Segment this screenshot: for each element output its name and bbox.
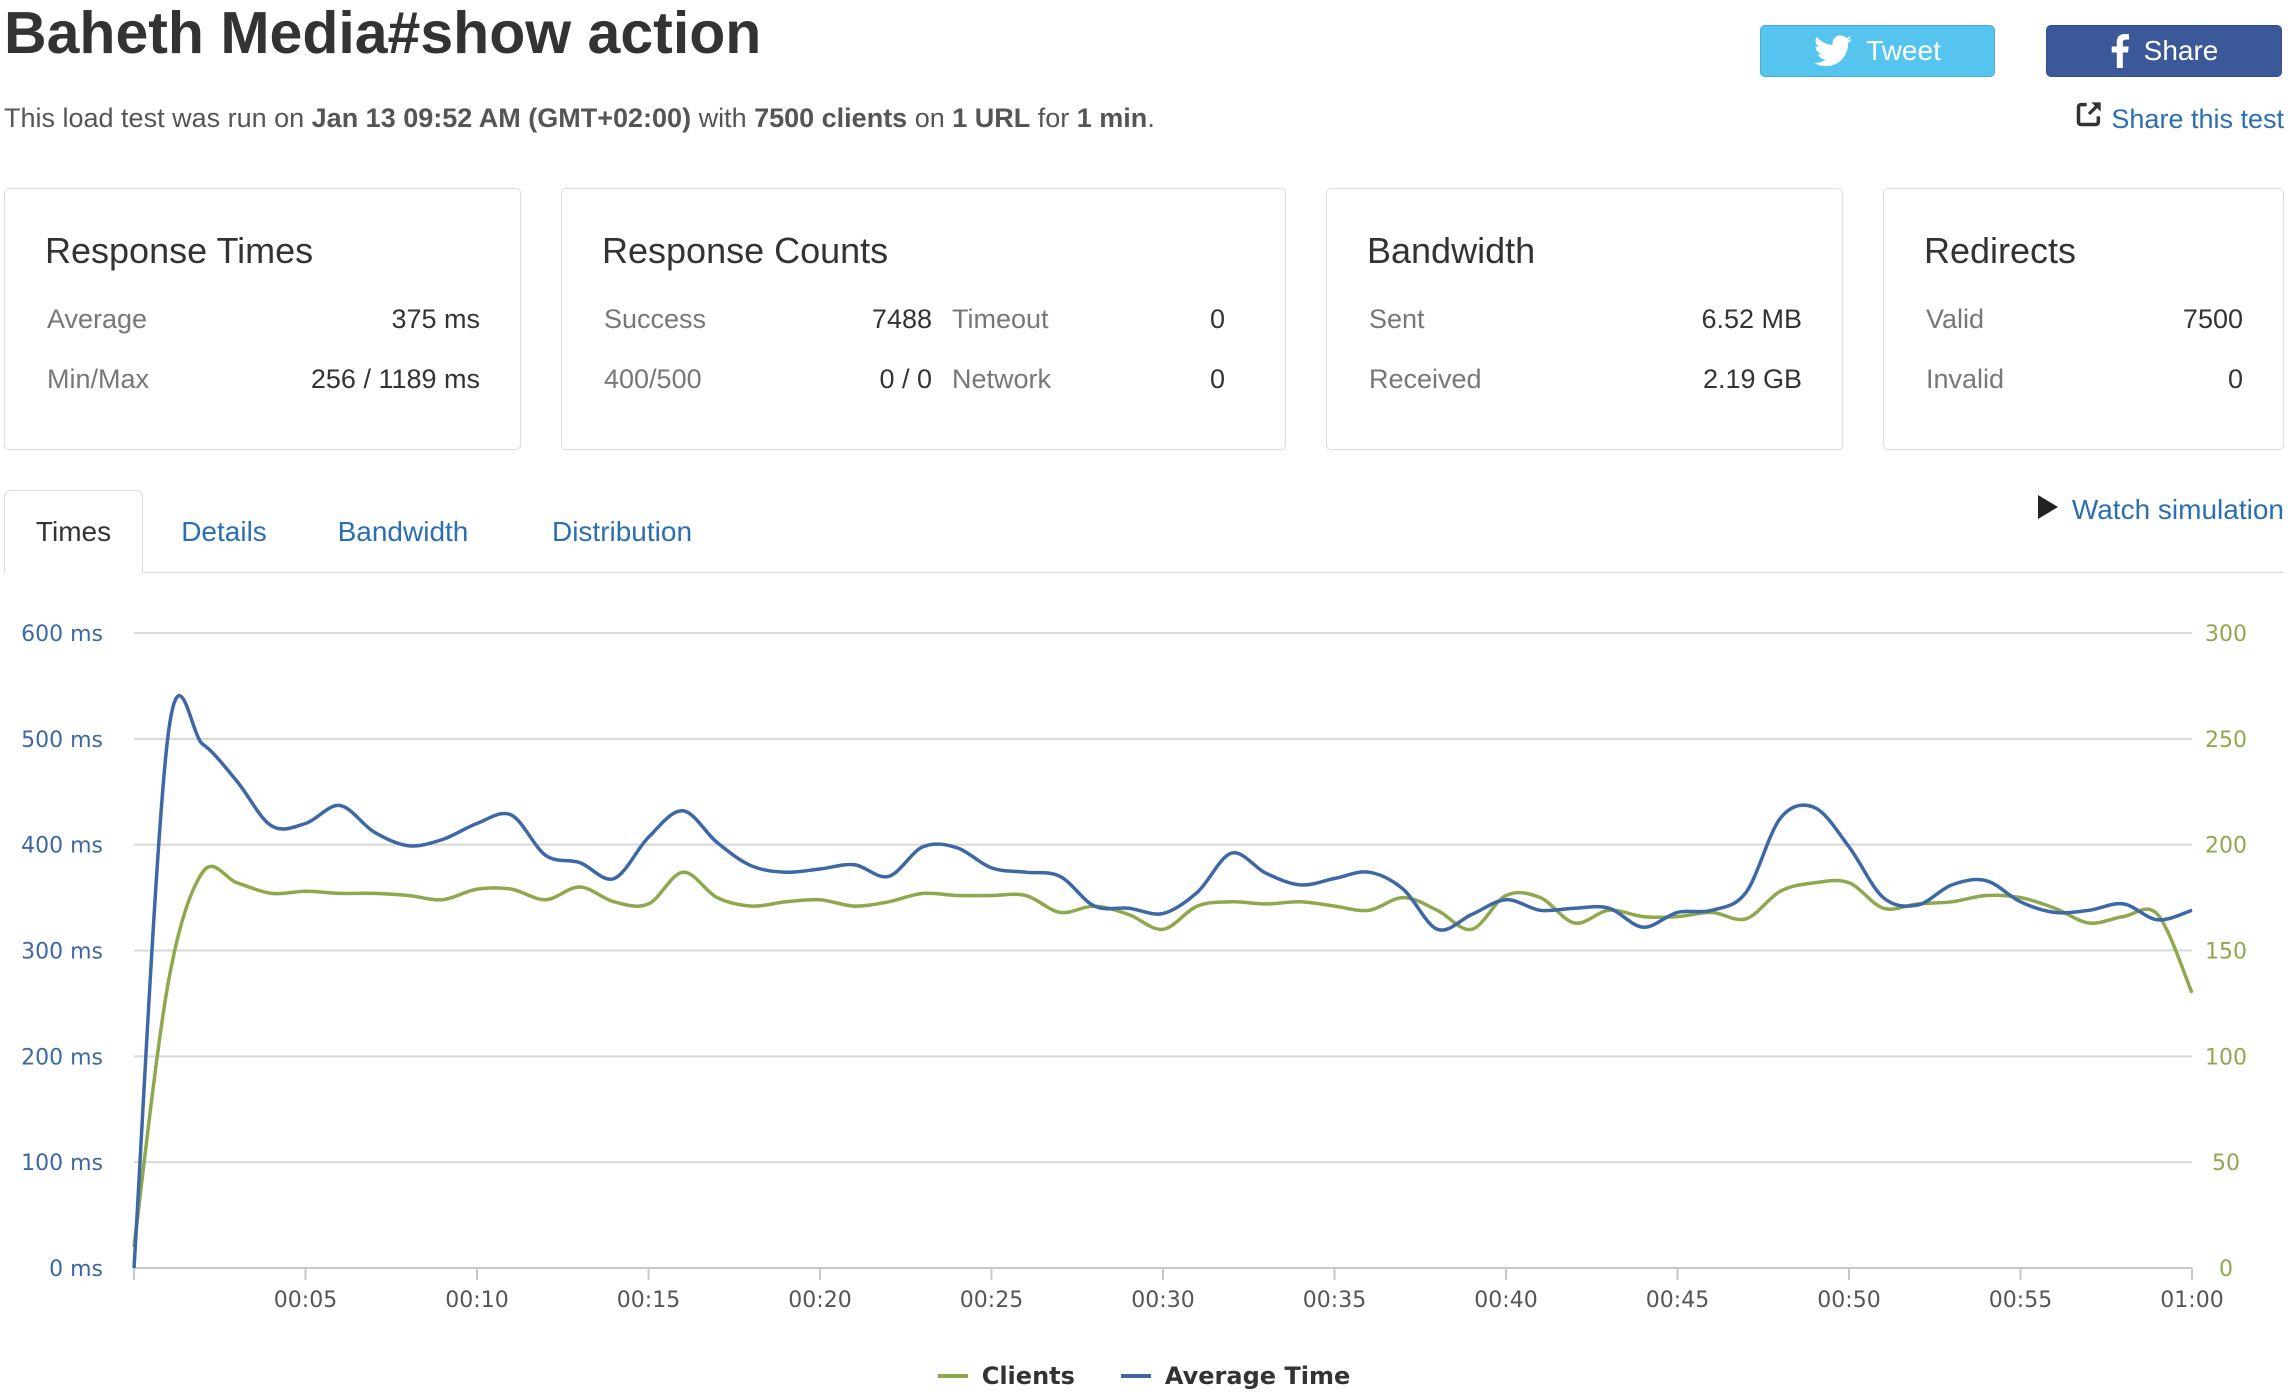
valid-value: 7500 [2182, 304, 2243, 334]
summary-date: Jan 13 09:52 AM (GMT+02:00) [311, 103, 692, 133]
watch-simulation-label: Watch simulation [2071, 494, 2284, 525]
results-tabs: Times Details Bandwidth Distribution [4, 490, 2284, 574]
redirects-title: Redirects [1924, 230, 2077, 271]
x-tick-label: 00:30 [1131, 1288, 1194, 1313]
response-times-card: Response Times Average 375 ms Min/Max 25… [4, 188, 521, 450]
response-counts-title: Response Counts [602, 230, 889, 271]
response-times-title: Response Times [45, 230, 314, 271]
y-left-tick-label: 100 ms [21, 1151, 103, 1176]
redirects-card: Redirects Valid 7500 Invalid 0 [1883, 188, 2284, 450]
legend-swatch-clients [937, 1374, 968, 1378]
x-tick-label: 00:55 [1989, 1288, 2052, 1313]
errors-label: 400/500 [604, 364, 702, 394]
tab-times[interactable]: Times [4, 490, 143, 574]
errors-value: 0 / 0 [879, 364, 932, 394]
play-icon [2037, 492, 2058, 528]
summary-on: on [907, 103, 953, 133]
y-right-tick-label: 50 [2212, 1151, 2240, 1176]
received-label: Received [1369, 364, 1482, 394]
y-left-tick-label: 600 ms [21, 622, 103, 647]
summary-suffix: . [1147, 103, 1155, 133]
page-title: Baheth Media#show action [4, 0, 762, 66]
legend-label-clients: Clients [981, 1362, 1075, 1390]
tweet-label: Tweet [1866, 35, 1941, 66]
summary-clients: 7500 clients [754, 103, 908, 133]
y-right-tick-label: 200 [2205, 834, 2247, 859]
share-this-test-link[interactable]: Share this test [2075, 100, 2284, 137]
x-tick-label: 00:40 [1474, 1288, 1537, 1313]
valid-label: Valid [1926, 304, 1985, 334]
sent-label: Sent [1369, 304, 1425, 334]
legend-item-clients[interactable]: Clients [937, 1362, 1075, 1390]
x-tick-label: 00:25 [960, 1288, 1023, 1313]
legend-item-average-time[interactable]: Average Time [1120, 1362, 1351, 1390]
x-tick-label: 00:50 [1817, 1288, 1880, 1313]
tweet-button[interactable]: Tweet [1760, 25, 1995, 77]
average-label: Average [47, 304, 148, 334]
y-left-tick-label: 200 ms [21, 1045, 103, 1070]
chart-legend: Clients Average Time [0, 1362, 2288, 1390]
bandwidth-card: Bandwidth Sent 6.52 MB Received 2.19 GB [1326, 188, 1843, 450]
x-tick-label: 00:35 [1303, 1288, 1366, 1313]
response-times-chart: 0 ms 100 ms 200 ms 300 ms 400 ms 500 ms 600 ms… [21, 622, 2247, 1313]
tab-distribution[interactable]: Distribution [522, 490, 722, 574]
facebook-f-icon [2110, 34, 2130, 68]
summary-for: for [1030, 103, 1077, 133]
y-right-tick-label: 300 [2205, 622, 2247, 647]
tab-bandwidth[interactable]: Bandwidth [314, 490, 492, 574]
y-right-tick-label: 100 [2205, 1045, 2247, 1070]
y-left-tick-label: 0 ms [49, 1257, 103, 1282]
success-value: 7488 [871, 304, 932, 334]
y-left-tick-label: 300 ms [21, 940, 103, 965]
share-this-test-label: Share this test [2111, 103, 2284, 134]
min-max-label: Min/Max [47, 364, 150, 394]
tab-details[interactable]: Details [164, 490, 284, 574]
share-label: Share [2143, 35, 2219, 66]
invalid-value: 0 [2227, 364, 2243, 394]
summary-urls: 1 URL [952, 103, 1031, 133]
test-summary: This load test was run on Jan 13 09:52 A… [4, 100, 1155, 136]
sent-value: 6.52 MB [1701, 304, 1802, 334]
y-left-tick-label: 500 ms [21, 728, 103, 753]
x-tick-label: 00:10 [445, 1288, 508, 1313]
y-right-tick-label: 0 [2219, 1257, 2233, 1282]
received-value: 2.19 GB [1702, 364, 1802, 394]
y-left-tick-label: 400 ms [21, 834, 103, 859]
summary-prefix: This load test was run on [4, 103, 312, 133]
x-tick-label: 01:00 [2160, 1288, 2223, 1313]
bandwidth-title: Bandwidth [1367, 230, 1536, 271]
x-tick-label: 00:45 [1646, 1288, 1709, 1313]
average-value: 375 ms [391, 304, 480, 334]
network-label: Network [952, 364, 1052, 394]
external-share-icon [2075, 100, 2103, 137]
network-value: 0 [1209, 364, 1225, 394]
x-tick-label: 00:05 [274, 1288, 337, 1313]
invalid-label: Invalid [1926, 364, 2005, 394]
timeout-value: 0 [1209, 304, 1225, 334]
timeout-label: Timeout [952, 304, 1049, 334]
facebook-share-button[interactable]: Share [2046, 25, 2282, 77]
summary-duration: 1 min [1076, 103, 1148, 133]
twitter-bird-icon [1814, 35, 1853, 67]
legend-label-average-time: Average Time [1164, 1362, 1351, 1390]
watch-simulation-link[interactable]: Watch simulation [2037, 492, 2284, 528]
y-right-tick-label: 150 [2205, 940, 2247, 965]
x-tick-label: 00:15 [617, 1288, 680, 1313]
response-counts-card: Response Counts Success 7488 Timeout 0 4… [561, 188, 1286, 450]
min-max-value: 256 / 1189 ms [310, 364, 480, 394]
x-tick-label: 00:20 [788, 1288, 851, 1313]
success-label: Success [604, 304, 707, 334]
series-line-average-time [132, 694, 2193, 1269]
y-right-tick-label: 250 [2205, 728, 2247, 753]
summary-with: with [691, 103, 755, 133]
legend-swatch-average-time [1120, 1374, 1151, 1378]
